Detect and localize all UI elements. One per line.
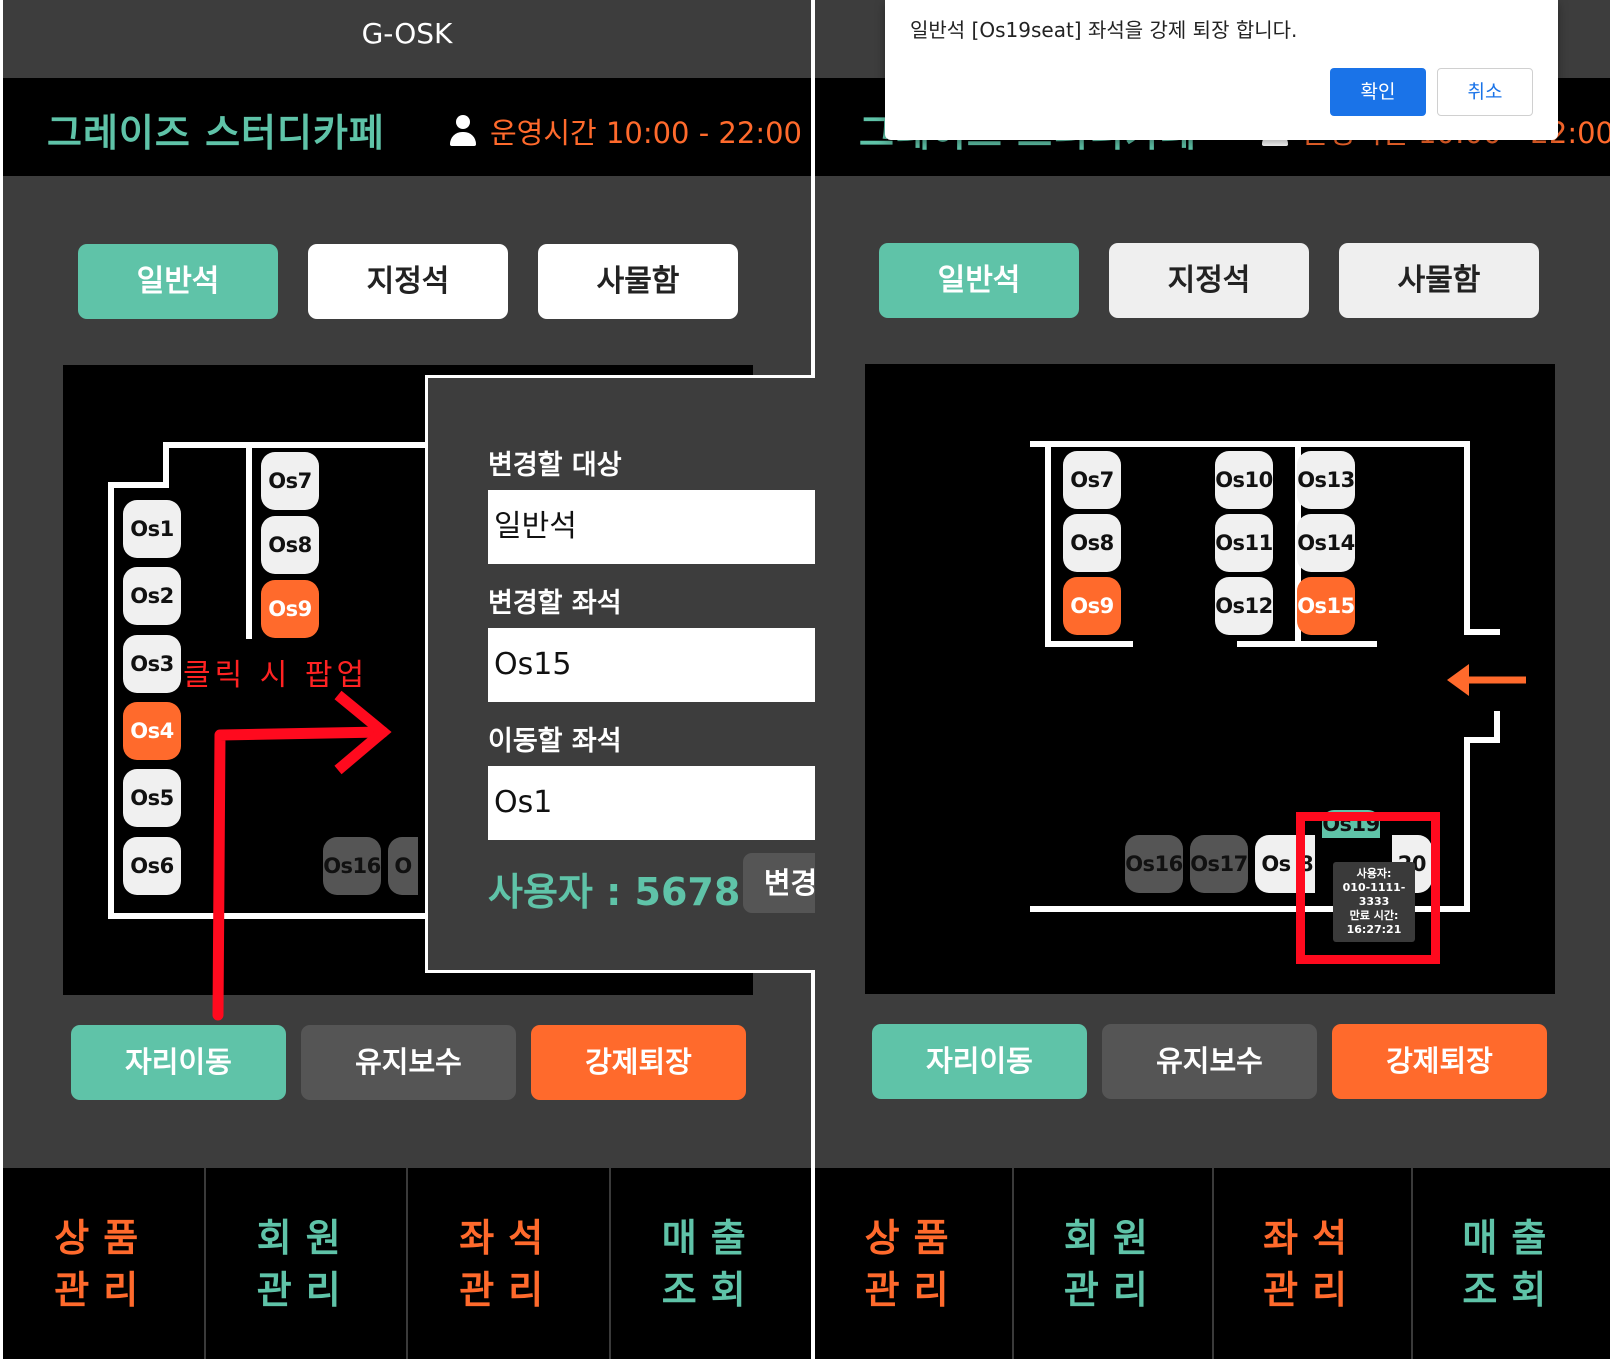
seat-os4[interactable]: Os4 [123, 702, 181, 760]
seat-select-value: Os15 [494, 647, 572, 682]
target-label: 변경할 대상 [488, 450, 622, 481]
seat-os17[interactable]: Os17 [1190, 835, 1248, 893]
wall [163, 442, 169, 488]
user-id-text: 사용자 : 5678 [488, 870, 741, 914]
wall [246, 442, 252, 639]
seat-os15[interactable]: Os15 [1297, 577, 1355, 635]
nav-sales-inquiry[interactable]: 매출 조회 [608, 1168, 812, 1359]
move-seat-button[interactable]: 자리이동 [872, 1024, 1087, 1099]
nav-product-management[interactable]: 상품 관리 [815, 1168, 1012, 1359]
wall [1464, 737, 1470, 912]
maintenance-button[interactable]: 유지보수 [1102, 1024, 1317, 1099]
force-exit-confirm-dialog: 일반석 [Os19seat] 좌석을 강제 퇴장 합니다. 확인 취소 [885, 0, 1558, 140]
nav-seat-management[interactable]: 좌석 관리 [406, 1168, 609, 1359]
bottom-nav: 상품 관리 회원 관리 좌석 관리 매출 조회 [3, 1168, 811, 1359]
maintenance-button[interactable]: 유지보수 [301, 1025, 516, 1100]
tab-reserved-seat[interactable]: 지정석 [308, 244, 508, 319]
nav-sales-inquiry[interactable]: 매출 조회 [1410, 1168, 1610, 1359]
person-icon [448, 115, 478, 147]
wall [1464, 441, 1470, 634]
seat-os11[interactable]: Os11 [1215, 514, 1273, 572]
seat-os3[interactable]: Os3 [123, 635, 181, 693]
nav-label: 관리 [54, 1267, 153, 1312]
wall [1045, 641, 1133, 647]
nav-label: 좌석 [459, 1215, 558, 1260]
right-screen: 그레이즈 스터디카페 운영시간 10:00 - 22:00 일반석 지정석 사물… [815, 0, 1610, 1359]
confirm-ok-button[interactable]: 확인 [1330, 68, 1426, 116]
seat-os6[interactable]: Os6 [123, 837, 181, 895]
confirm-message: 일반석 [Os19seat] 좌석을 강제 퇴장 합니다. [910, 18, 1298, 42]
wall [1045, 441, 1051, 646]
nav-label: 좌석 [1263, 1215, 1362, 1260]
nav-label: 관리 [864, 1267, 963, 1312]
nav-product-management[interactable]: 상품 관리 [3, 1168, 204, 1359]
seat-os18[interactable]: Os [1255, 835, 1297, 893]
tab-reserved-seat[interactable]: 지정석 [1109, 243, 1309, 318]
tab-locker[interactable]: 사물함 [1339, 243, 1539, 318]
move-seat-button[interactable]: 자리이동 [71, 1025, 286, 1100]
nav-label: 관리 [256, 1267, 355, 1312]
nav-label: 매출 [661, 1215, 760, 1260]
move-select-value: Os1 [494, 785, 553, 820]
seat-label: 변경할 좌석 [488, 588, 622, 619]
nav-label: 관리 [1063, 1267, 1162, 1312]
nav-label: 관리 [1263, 1267, 1362, 1312]
seat-os1[interactable]: Os1 [123, 500, 181, 558]
nav-label: 매출 [1462, 1215, 1561, 1260]
seat-os12[interactable]: Os12 [1215, 577, 1273, 635]
seat-os8[interactable]: Os8 [261, 516, 319, 574]
nav-member-management[interactable]: 회원 관리 [203, 1168, 407, 1359]
nav-label: 관리 [459, 1267, 558, 1312]
force-exit-button[interactable]: 강제퇴장 [531, 1025, 746, 1100]
target-select-value: 일반석 [494, 509, 577, 544]
wall [108, 482, 114, 919]
move-label: 이동할 좌석 [488, 726, 622, 757]
window-title: G-OSK [3, 0, 811, 78]
seat-os16[interactable]: Os16 [1125, 835, 1183, 893]
header-bar: 그레이즈 스터디카페 운영시간 10:00 - 22:00 [3, 78, 811, 176]
wall [1464, 629, 1500, 635]
seat-os7[interactable]: Os7 [261, 452, 319, 510]
seat-os8[interactable]: Os8 [1063, 514, 1121, 572]
nav-label: 상품 [864, 1215, 963, 1260]
annotation-highlight-box [1296, 812, 1440, 964]
seat-os2[interactable]: Os2 [123, 567, 181, 625]
click-popup-annotation: 클릭 시 팝업 [183, 658, 369, 693]
seat-os10[interactable]: Os10 [1215, 451, 1273, 509]
bottom-nav: 상품 관리 회원 관리 좌석 관리 매출 조회 [815, 1168, 1610, 1359]
wall [1237, 641, 1377, 647]
seat-os5[interactable]: Os5 [123, 769, 181, 827]
nav-label: 상품 [54, 1215, 153, 1260]
tab-locker[interactable]: 사물함 [538, 244, 738, 319]
nav-label: 조회 [1462, 1267, 1561, 1312]
entrance-arrow-icon [1447, 664, 1526, 696]
confirm-cancel-button[interactable]: 취소 [1437, 68, 1533, 116]
nav-label: 조회 [661, 1267, 760, 1312]
seat-os7[interactable]: Os7 [1063, 451, 1121, 509]
hours-text: 운영시간 10:00 - 22:00 [490, 116, 802, 150]
nav-seat-management[interactable]: 좌석 관리 [1211, 1168, 1411, 1359]
seat-os9[interactable]: Os9 [1063, 577, 1121, 635]
wall [108, 482, 168, 488]
tab-general-seat[interactable]: 일반석 [78, 244, 278, 319]
nav-label: 회원 [256, 1215, 355, 1260]
seat-os14[interactable]: Os14 [1297, 514, 1355, 572]
nav-member-management[interactable]: 회원 관리 [1012, 1168, 1211, 1359]
operating-hours: 운영시간 10:00 - 22:00 [448, 110, 802, 152]
wall [1030, 441, 1470, 447]
cafe-name: 그레이즈 스터디카페 [47, 111, 385, 155]
nav-label: 회원 [1063, 1215, 1162, 1260]
tab-general-seat[interactable]: 일반석 [879, 243, 1079, 318]
seat-os13[interactable]: Os13 [1297, 451, 1355, 509]
annotation-arrow [212, 690, 392, 1021]
force-exit-button[interactable]: 강제퇴장 [1332, 1024, 1547, 1099]
seat-os9[interactable]: Os9 [261, 580, 319, 638]
